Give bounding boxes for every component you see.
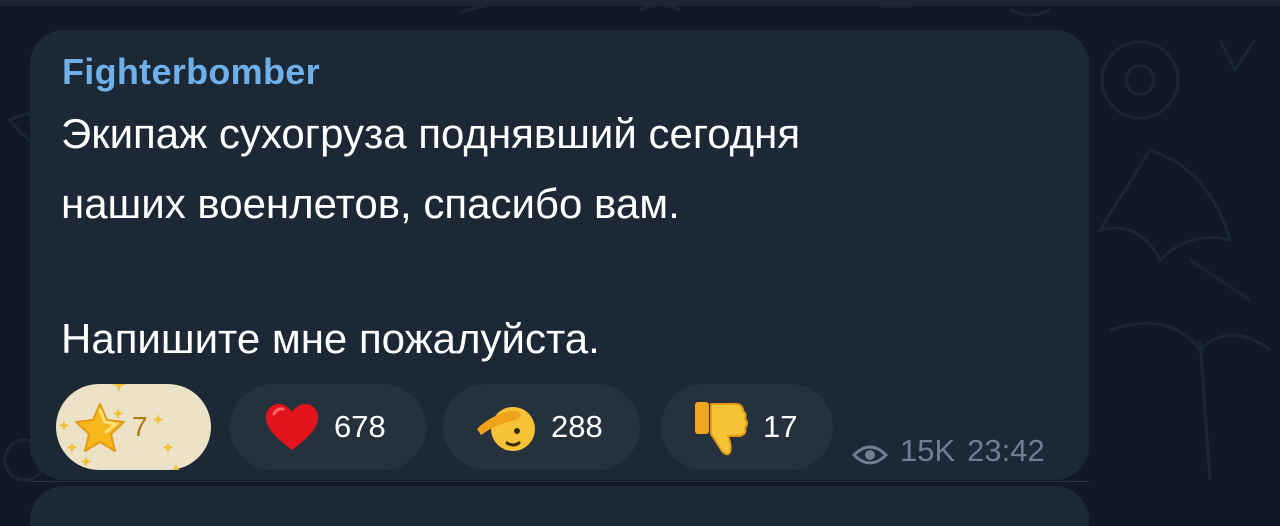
next-message-bubble xyxy=(30,486,1089,526)
top-strip xyxy=(0,0,1280,6)
reaction-count: 17 xyxy=(763,409,798,444)
message-text-line: Напишите мне пожалуйста. xyxy=(61,315,600,362)
message-text-line: Экипаж сухогруза поднявший сегодня xyxy=(61,110,801,157)
reaction-count: 288 xyxy=(551,409,603,444)
divider xyxy=(30,481,1089,482)
star-icon xyxy=(56,376,136,470)
sender-name[interactable]: Fighterbomber xyxy=(62,51,320,93)
reaction-heart[interactable]: 678 xyxy=(230,384,426,470)
reaction-star[interactable]: 7 xyxy=(56,376,211,470)
heart-icon xyxy=(264,402,320,452)
sparkle-icon xyxy=(152,414,181,470)
eye-icon xyxy=(851,439,889,465)
thumbs-down-icon xyxy=(691,398,749,456)
message-text-line: наших военлетов, спасибо вам. xyxy=(61,180,680,227)
reaction-salute[interactable]: 288 xyxy=(443,384,640,470)
view-count: 15K xyxy=(900,433,956,468)
salute-icon xyxy=(475,399,537,455)
reaction-count: 678 xyxy=(334,409,386,444)
message-time: 23:42 xyxy=(967,433,1045,468)
message-meta: 15K 23:42 xyxy=(851,433,1045,469)
reaction-thumbs-down[interactable]: 17 xyxy=(661,384,833,470)
